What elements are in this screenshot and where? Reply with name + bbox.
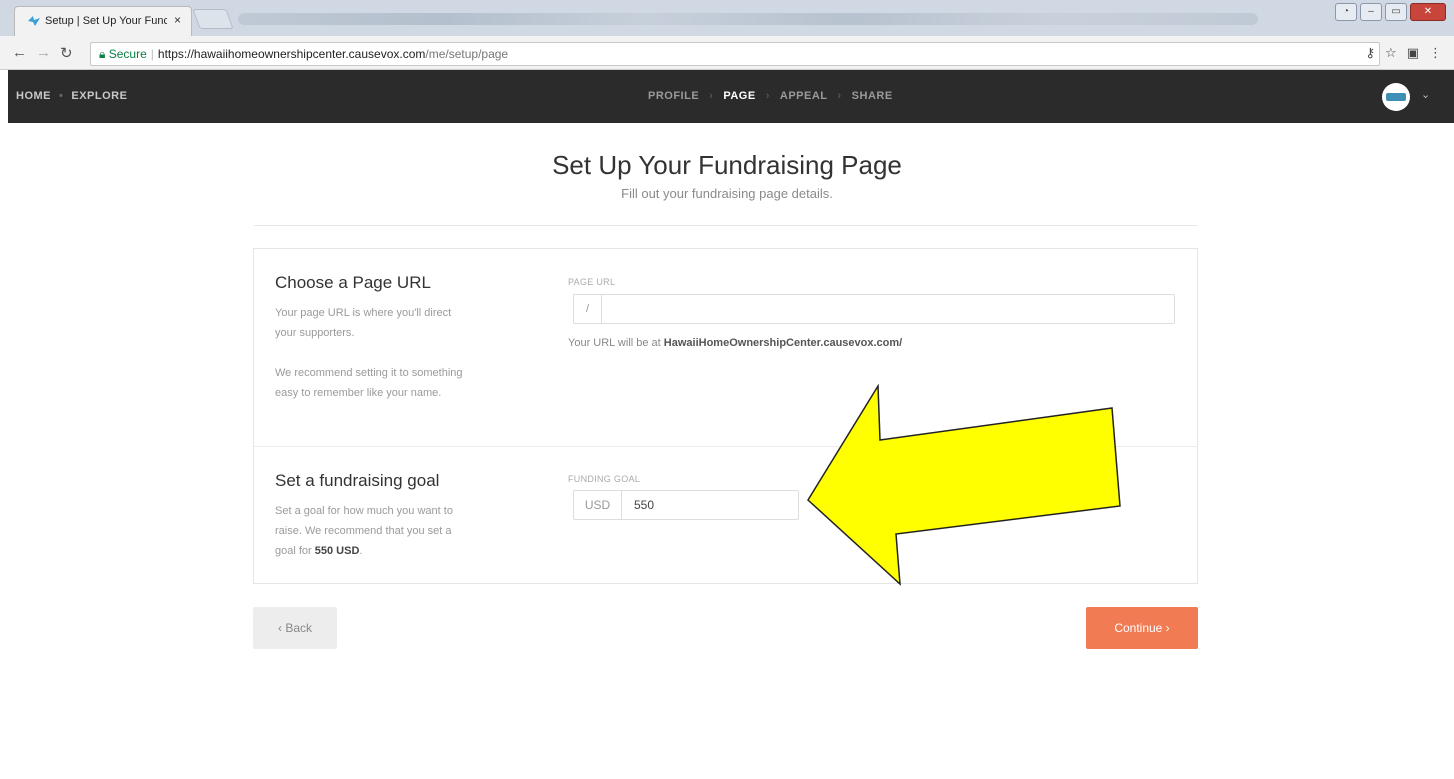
url-hint-domain: HawaiiHomeOwnershipCenter.causevox.com/ — [663, 337, 903, 349]
goal-section-title: Set a fundraising goal — [275, 471, 440, 490]
url-omnibox[interactable]: 🔒︎ Secure | https://hawaiihomeownershipcen… — [90, 42, 1380, 66]
yellow-arrow-annotation — [807, 384, 1121, 586]
key-icon[interactable]: ⚷ — [1366, 45, 1376, 61]
window-controls: ◔ – ▭ ✕ — [1335, 3, 1446, 21]
continue-button[interactable]: Continue › — [1086, 607, 1198, 649]
tab-close-icon[interactable]: × — [174, 13, 181, 27]
maximize-icon[interactable]: ▭ — [1385, 3, 1407, 21]
step-share[interactable]: SHARE — [852, 90, 893, 102]
tab-title: Setup | Set Up Your Func — [45, 15, 167, 27]
recommended-goal: 550 USD — [314, 545, 360, 557]
other-tabs — [238, 13, 1258, 25]
funding-goal-label: FUNDING GOAL — [568, 474, 641, 484]
nav-home-link[interactable]: HOME — [16, 90, 51, 102]
page-url-field[interactable]: / — [573, 294, 1175, 324]
site-nav: HOME • EXPLORE — [16, 90, 128, 102]
url-path: /me/setup/page — [425, 47, 509, 61]
minimize-icon[interactable]: – — [1360, 3, 1382, 21]
step-chevron-icon: › — [837, 90, 842, 102]
toolbar-icons: ⚷ ☆ ▣ ⋮ — [1366, 45, 1442, 61]
currency-prefix: USD — [574, 491, 622, 519]
url-hint: Your URL will be at HawaiiHomeOwnershipC… — [568, 337, 903, 349]
step-appeal[interactable]: APPEAL — [780, 90, 828, 102]
forward-arrow-icon[interactable]: → — [36, 44, 51, 61]
site-header: HOME • EXPLORE PROFILE › PAGE › APPEAL › SHARE ⌄ — [8, 70, 1454, 123]
url-section-title: Choose a Page URL — [275, 273, 431, 292]
page-subtitle: Fill out your fundraising page details. — [621, 186, 833, 201]
browser-tab[interactable]: Setup | Set Up Your Func × — [14, 6, 192, 36]
url-section-desc-1: Your page URL is where you'll direct you… — [275, 307, 452, 339]
nav-explore-link[interactable]: EXPLORE — [71, 90, 127, 102]
setup-steps: PROFILE › PAGE › APPEAL › SHARE — [648, 90, 893, 102]
causevox-favicon-icon — [28, 16, 40, 26]
step-chevron-icon: › — [765, 90, 770, 102]
goal-section-desc: Set a goal for how much you want to rais… — [275, 505, 453, 557]
chevron-down-icon[interactable]: ⌄ — [1421, 88, 1430, 101]
url-slash-prefix: / — [574, 295, 602, 323]
close-window-icon[interactable]: ✕ — [1410, 3, 1446, 21]
page-title: Set Up Your Fundraising Page — [552, 150, 902, 180]
extension-icon[interactable]: ▣ — [1407, 45, 1419, 61]
step-chevron-icon: › — [709, 90, 714, 102]
step-profile[interactable]: PROFILE — [648, 90, 699, 102]
page-url-label: PAGE URL — [568, 277, 616, 287]
divider — [254, 225, 1198, 226]
lock-icon: 🔒︎ — [99, 47, 106, 61]
funding-goal-value: 550 — [634, 498, 655, 512]
address-bar: ← → ↻ 🔒︎ Secure | https://hawaiihomeowners… — [0, 36, 1454, 70]
back-button[interactable]: ‹ Back — [253, 607, 337, 649]
bookmark-star-icon[interactable]: ☆ — [1385, 45, 1397, 61]
step-page[interactable]: PAGE — [723, 90, 755, 102]
url-section-desc-2: We recommend setting it to something eas… — [275, 367, 463, 399]
url-host: https://hawaiihomeownershipcenter.causev… — [157, 47, 426, 61]
back-arrow-icon[interactable]: ← — [12, 44, 27, 61]
browser-tabstrip: Setup | Set Up Your Func × ◔ – ▭ ✕ — [0, 0, 1454, 36]
funding-goal-field[interactable]: USD 550 — [573, 490, 799, 520]
secure-label: Secure — [108, 47, 147, 61]
user-icon[interactable]: ◔ — [1335, 3, 1357, 21]
menu-dots-icon[interactable]: ⋮ — [1429, 45, 1442, 61]
new-tab-button[interactable] — [192, 9, 234, 29]
reload-icon[interactable]: ↻ — [60, 44, 73, 62]
avatar[interactable] — [1382, 83, 1410, 111]
